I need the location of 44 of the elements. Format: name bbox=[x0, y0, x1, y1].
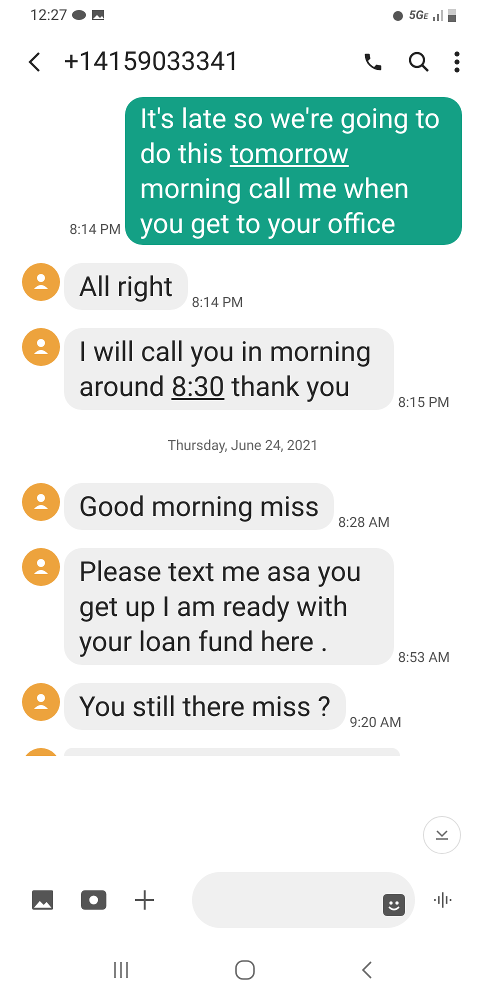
battery-icon bbox=[448, 8, 456, 22]
received-bubble[interactable]: You still there miss ? bbox=[64, 683, 346, 730]
sticker-icon[interactable] bbox=[382, 894, 405, 916]
message-time: 8:53 AM bbox=[398, 649, 450, 668]
message-text: Please text me asa you get up I am ready with your loan fund here . bbox=[79, 554, 362, 659]
message-text: Good morning miss bbox=[79, 489, 320, 524]
voice-icon[interactable] bbox=[432, 891, 454, 909]
recent-apps-icon[interactable] bbox=[113, 962, 129, 978]
date-separator: Thursday, June 24, 2021 bbox=[168, 437, 318, 456]
message-time: 8:28 AM bbox=[338, 514, 390, 533]
message-text: All right bbox=[79, 269, 173, 304]
signal-icon bbox=[432, 9, 444, 21]
message-time: 9:20 AM bbox=[350, 714, 402, 733]
contact-avatar-icon bbox=[22, 483, 60, 521]
received-bubble[interactable]: Good morning miss bbox=[64, 483, 334, 530]
camera-icon[interactable] bbox=[81, 890, 107, 910]
status-time: 12:27 bbox=[30, 4, 68, 26]
contact-avatar-icon bbox=[22, 263, 60, 301]
back-nav-icon[interactable] bbox=[361, 960, 373, 978]
contact-avatar-icon bbox=[22, 328, 60, 366]
contact-title: +14159033341 bbox=[64, 46, 240, 78]
message-text: You still there miss ? bbox=[79, 689, 331, 724]
received-bubble[interactable]: Please text me asa you get up I am ready with your loan fund here . bbox=[64, 548, 394, 665]
image-icon bbox=[91, 9, 106, 21]
gallery-icon[interactable] bbox=[32, 890, 54, 910]
message-text: It's late so we're going to do this tomorrow morning call me when you get to your office bbox=[140, 101, 441, 241]
message-time: 8:15 PM bbox=[398, 394, 450, 413]
message-link[interactable]: 8:30 bbox=[171, 370, 224, 403]
add-icon[interactable] bbox=[134, 890, 154, 910]
message-time: 8:14 PM bbox=[69, 221, 121, 240]
more-options-icon[interactable] bbox=[454, 51, 460, 73]
message-text: I will call you in morning around 8:30 thank you bbox=[79, 334, 372, 404]
search-icon[interactable] bbox=[408, 51, 430, 73]
contact-avatar-icon bbox=[22, 683, 60, 721]
received-bubble[interactable]: All right bbox=[64, 263, 188, 310]
back-icon[interactable] bbox=[26, 51, 42, 73]
phone-icon[interactable] bbox=[362, 51, 384, 73]
chat-bubble-icon bbox=[71, 9, 88, 21]
network-type: 5GE bbox=[409, 7, 428, 24]
message-time: 8:14 PM bbox=[192, 294, 244, 313]
scroll-down-icon bbox=[435, 830, 449, 840]
home-icon[interactable] bbox=[235, 960, 255, 980]
contact-avatar-icon bbox=[22, 548, 60, 586]
received-bubble[interactable]: I will call you in morning around 8:30 thank you bbox=[64, 328, 394, 410]
